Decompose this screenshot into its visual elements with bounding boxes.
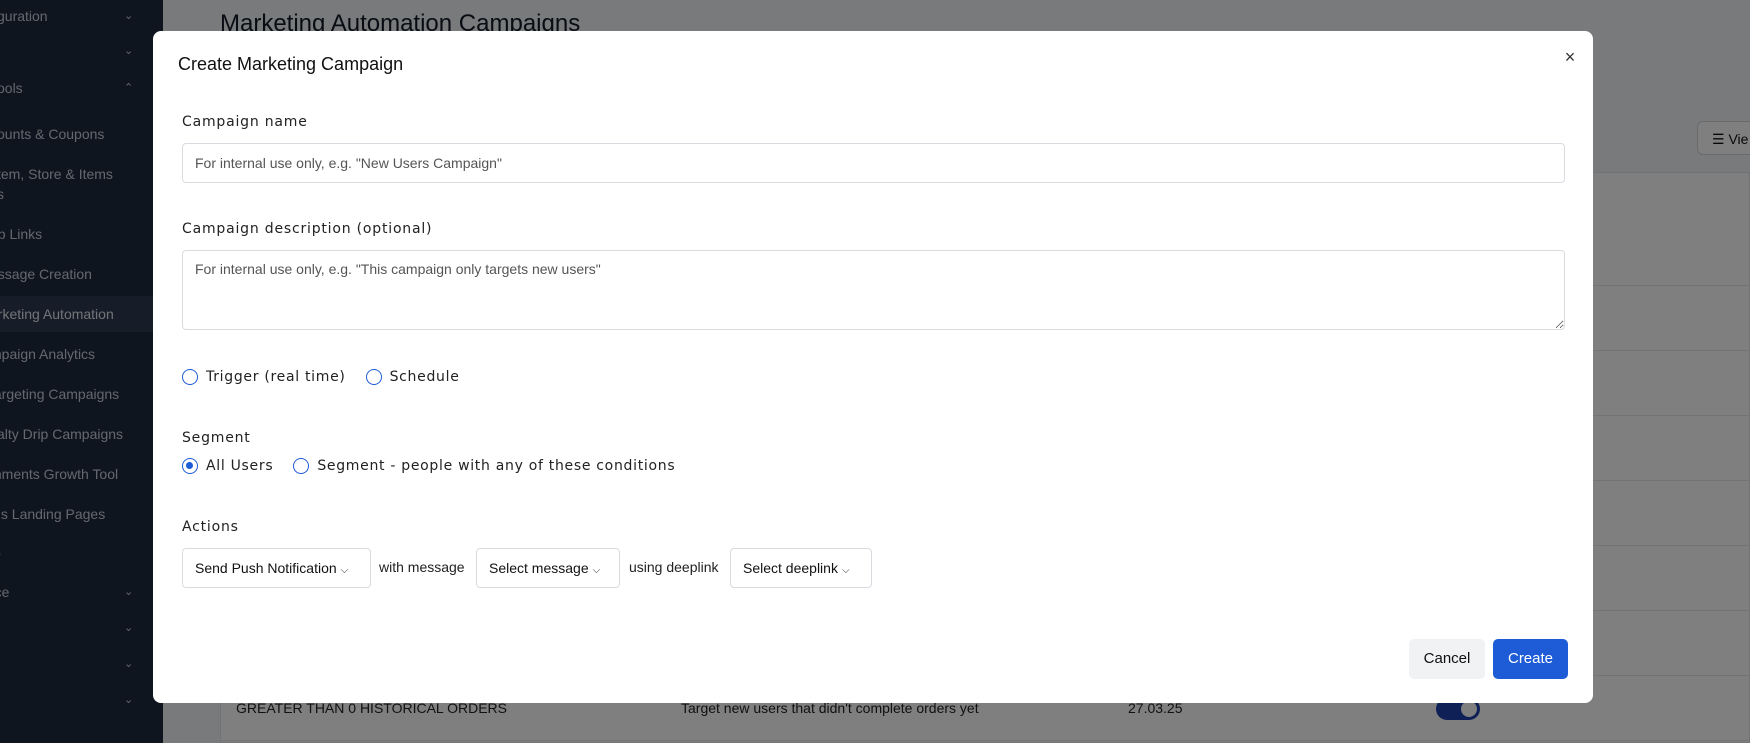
action-type-select[interactable]: Send Push Notification ⌵ <box>182 548 371 588</box>
actions-label: Actions <box>182 519 239 535</box>
campaign-description-textarea[interactable] <box>182 250 1565 330</box>
with-message-text: with message <box>379 559 465 575</box>
chevron-down-icon: ⌵ <box>592 565 601 576</box>
campaign-description-label: Campaign description (optional) <box>182 221 433 237</box>
schedule-radio[interactable] <box>365 369 382 385</box>
campaign-name-label: Campaign name <box>182 114 308 130</box>
cancel-button[interactable]: Cancel <box>1409 639 1485 679</box>
segment-conditions-radio[interactable] <box>293 458 310 474</box>
using-deeplink-text: using deeplink <box>629 559 719 575</box>
message-select[interactable]: Select message ⌵ <box>476 548 620 588</box>
all-users-radio[interactable] <box>182 458 198 474</box>
trigger-radio-label[interactable]: Trigger (real time) <box>206 369 346 385</box>
trigger-radio[interactable] <box>182 369 198 385</box>
create-campaign-modal: Create Marketing Campaign × Campaign nam… <box>153 31 1593 703</box>
close-icon[interactable]: × <box>1558 45 1582 69</box>
campaign-name-input[interactable] <box>182 143 1565 183</box>
segment-radio-group: All Users Segment - people with any of t… <box>182 458 695 474</box>
segment-label: Segment <box>182 430 251 446</box>
campaign-type-radio-group: Trigger (real time) Schedule <box>182 369 480 385</box>
create-button[interactable]: Create <box>1493 639 1568 679</box>
all-users-radio-label[interactable]: All Users <box>206 458 273 474</box>
deeplink-select[interactable]: Select deeplink ⌵ <box>730 548 872 588</box>
chevron-down-icon: ⌵ <box>841 565 850 576</box>
modal-title: Create Marketing Campaign <box>178 54 404 74</box>
chevron-down-icon: ⌵ <box>340 565 349 576</box>
schedule-radio-label[interactable]: Schedule <box>390 369 460 385</box>
segment-conditions-radio-label[interactable]: Segment - people with any of these condi… <box>317 458 675 474</box>
